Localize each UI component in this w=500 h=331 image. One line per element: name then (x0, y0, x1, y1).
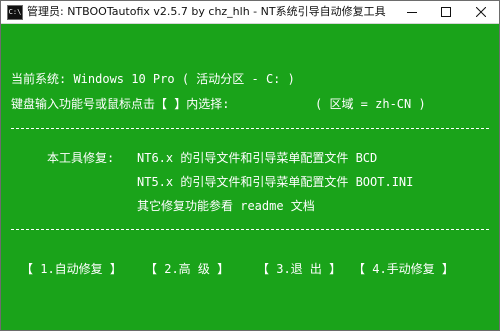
manual-repair-button[interactable]: 【 4.手动修复 】 (353, 261, 454, 277)
title-bar[interactable]: C:\ 管理员: NTBOOTautofix v2.5.7 by chz_hlh… (1, 1, 499, 24)
current-system-line: 当前系统: Windows 10 Pro ( 活动分区 - C: ) (11, 72, 295, 86)
auto-repair-button[interactable]: 【 1.自动修复 】 (21, 261, 122, 277)
exit-button[interactable]: 【 3.退 出 】 (257, 261, 341, 277)
maximize-button[interactable] (429, 1, 463, 23)
minimize-icon (407, 12, 417, 13)
close-button[interactable] (464, 1, 498, 23)
console-app-icon[interactable]: C:\ (7, 5, 23, 20)
tool-label: 本工具修复: (47, 151, 115, 165)
console-area: 当前系统: Windows 10 Pro ( 活动分区 - C: ) 键盘输入功… (1, 24, 499, 330)
separator-top (11, 128, 489, 129)
fix-item-other: 其它修复功能参看 readme 文档 (137, 199, 315, 213)
advanced-button[interactable]: 【 2.高 级 】 (145, 261, 229, 277)
maximize-icon (441, 7, 451, 17)
locale-info: ( 区域 = zh-CN ) (315, 97, 426, 111)
window-title: 管理员: NTBOOTautofix v2.5.7 by chz_hlh - N… (27, 5, 386, 18)
fix-item-nt6: NT6.x 的引导文件和引导菜单配置文件 BCD (137, 151, 378, 165)
console-window: C:\ 管理员: NTBOOTautofix v2.5.7 by chz_hlh… (0, 0, 500, 331)
fix-item-nt5: NT5.x 的引导文件和引导菜单配置文件 BOOT.INI (137, 175, 414, 189)
input-prompt: 键盘输入功能号或鼠标点击【 】内选择: (11, 97, 230, 111)
close-icon (476, 7, 486, 17)
separator-bottom (11, 229, 489, 230)
minimize-button[interactable] (395, 1, 429, 23)
